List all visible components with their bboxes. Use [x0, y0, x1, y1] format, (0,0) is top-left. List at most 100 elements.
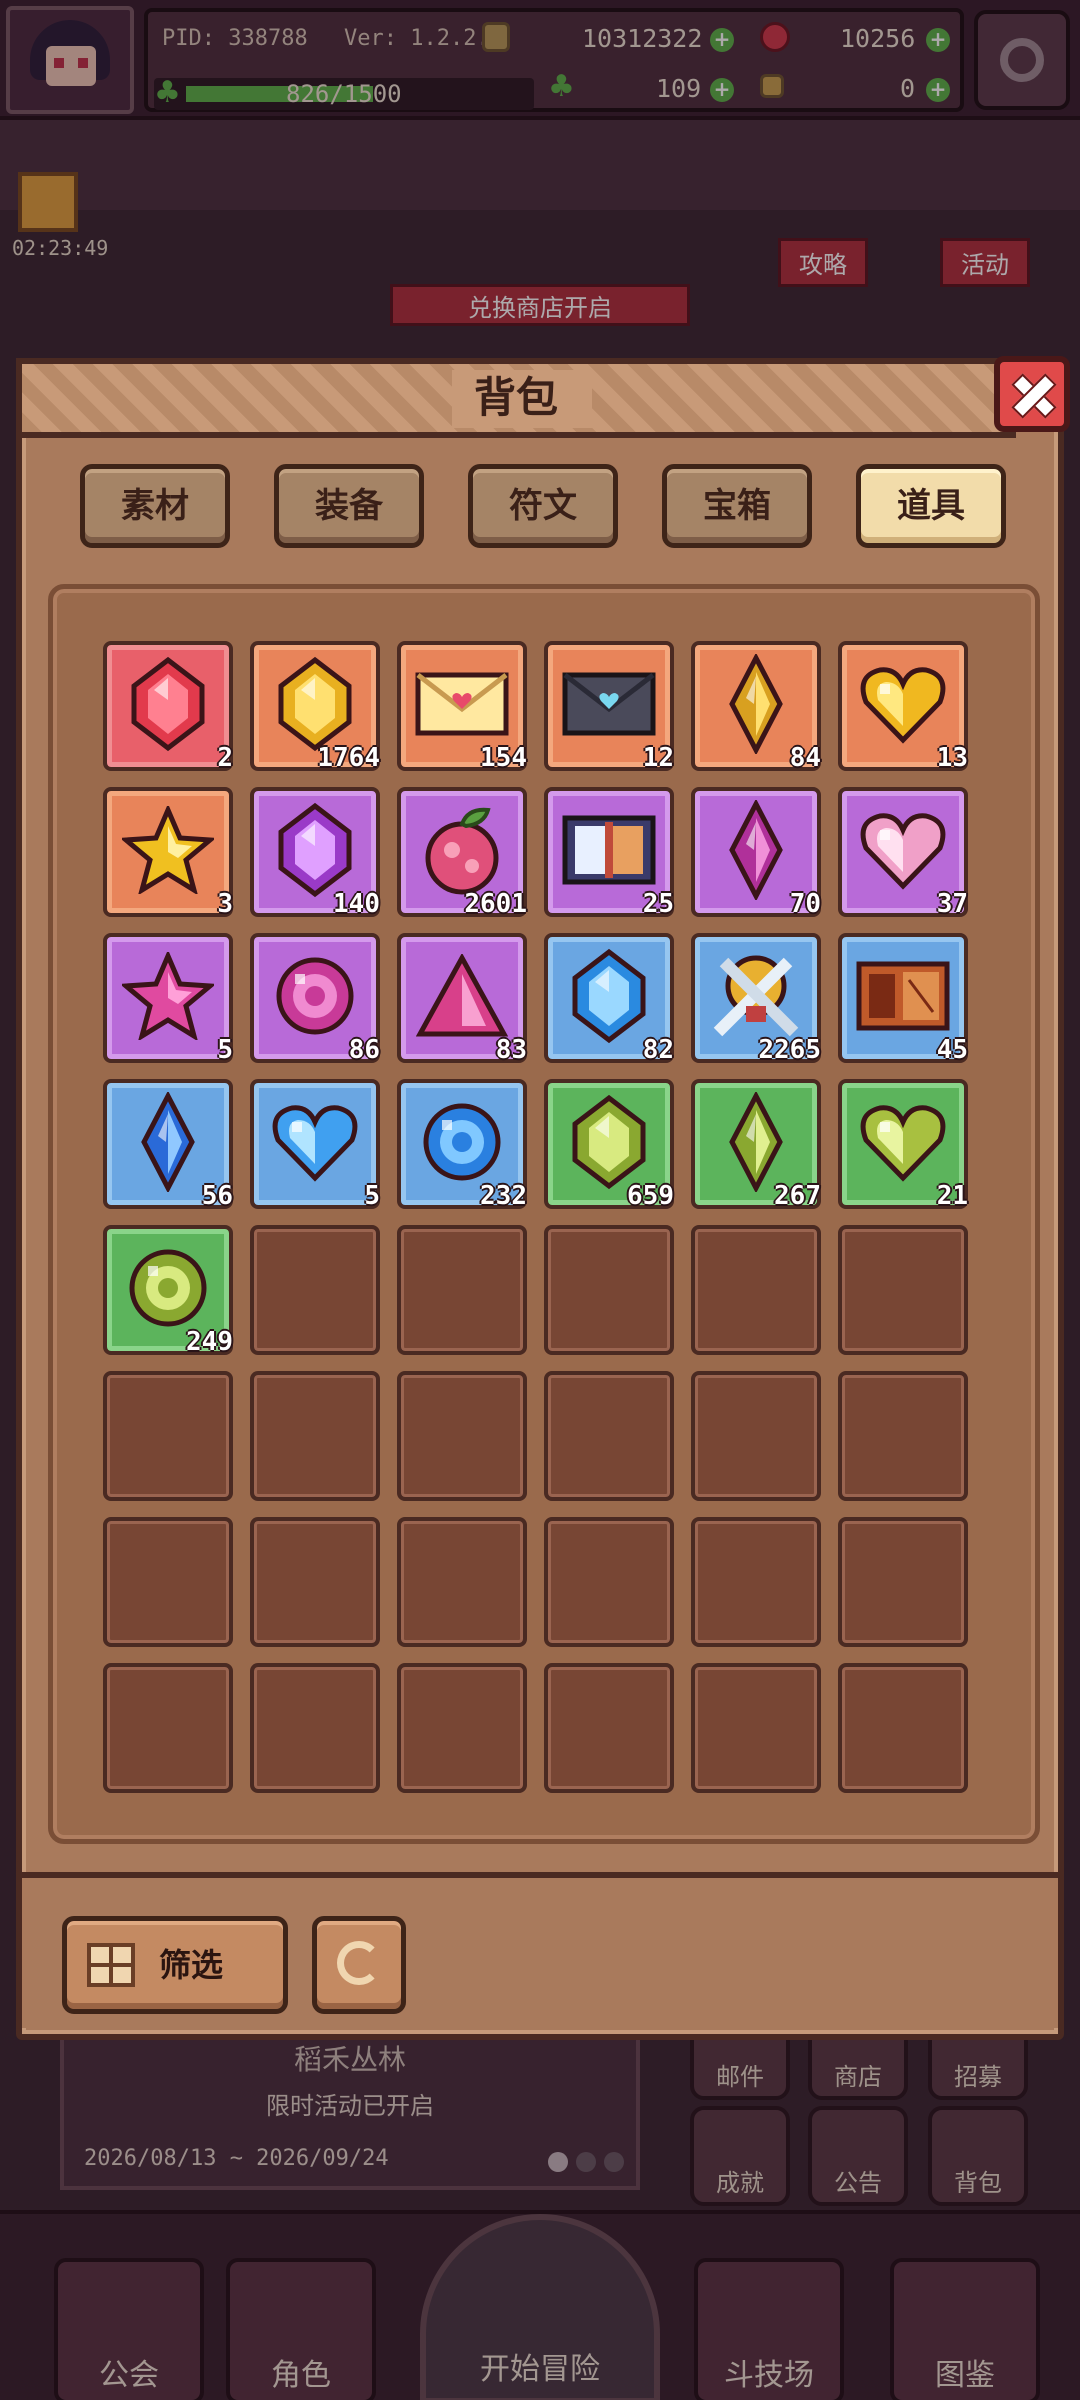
item-quantity: 5 — [364, 1181, 380, 1211]
item-quantity: 3 — [217, 889, 233, 919]
inventory-item-slot[interactable]: 70 — [691, 787, 821, 919]
inventory-item-slot[interactable]: 3 — [103, 787, 233, 919]
pink-fruit-icon — [416, 802, 508, 902]
item-quantity: 1764 — [317, 743, 380, 773]
window-title: 背包 — [473, 373, 558, 422]
inventory-item-slot[interactable]: 12 — [544, 641, 674, 773]
empty-slot[interactable] — [544, 1663, 674, 1793]
empty-slot[interactable] — [250, 1225, 380, 1355]
item-quantity: 249 — [186, 1327, 233, 1357]
empty-slot[interactable] — [397, 1517, 527, 1647]
inventory-item-slot[interactable]: 56 — [103, 1079, 233, 1211]
item-quantity: 659 — [627, 1181, 674, 1211]
inventory-item-slot[interactable]: 25 — [544, 787, 674, 919]
backpack-window: 背包 素材 装备 符文 宝箱 道具 2 1764 154 12 84 13 3 140 2601… — [16, 356, 1070, 2040]
tab-runes[interactable]: 符文 — [468, 464, 618, 548]
inventory-item-slot[interactable]: 2265 — [691, 933, 821, 1065]
red-gem-icon — [128, 656, 208, 756]
item-quantity: 86 — [348, 1035, 380, 1065]
empty-slot[interactable] — [103, 1371, 233, 1501]
inventory-item-slot[interactable]: 2601 — [397, 787, 527, 919]
empty-slot[interactable] — [691, 1517, 821, 1647]
purple-crystal-icon — [726, 798, 786, 904]
empty-slot[interactable] — [397, 1371, 527, 1501]
inventory-item-slot[interactable]: 659 — [544, 1079, 674, 1211]
inventory-item-slot[interactable]: 154 — [397, 641, 527, 773]
inventory-item-slot[interactable]: 2 — [103, 641, 233, 773]
refresh-icon — [337, 1941, 381, 1985]
window-titlebar: 背包 — [16, 358, 1016, 438]
empty-slot[interactable] — [838, 1225, 968, 1355]
sort-button[interactable] — [312, 1916, 406, 2014]
inventory-item-slot[interactable]: 1764 — [250, 641, 380, 773]
item-quantity: 2 — [217, 743, 233, 773]
item-quantity: 140 — [333, 889, 380, 919]
tab-chests[interactable]: 宝箱 — [662, 464, 812, 548]
purple-gem-icon — [275, 802, 355, 902]
filter-button[interactable]: 筛选 — [62, 1916, 288, 2014]
love-letter-icon — [414, 669, 510, 743]
item-quantity: 232 — [480, 1181, 527, 1211]
green-orb-icon — [126, 1246, 210, 1334]
close-button[interactable] — [994, 356, 1070, 432]
gold-gem-icon — [275, 656, 355, 756]
inventory-item-slot[interactable]: 45 — [838, 933, 968, 1065]
inventory-item-slot[interactable]: 13 — [838, 641, 968, 773]
empty-slot[interactable] — [691, 1225, 821, 1355]
empty-slot[interactable] — [544, 1225, 674, 1355]
item-quantity: 12 — [642, 743, 674, 773]
empty-slot[interactable] — [838, 1517, 968, 1647]
empty-slot[interactable] — [103, 1663, 233, 1793]
tab-equipment[interactable]: 装备 — [274, 464, 424, 548]
empty-slot[interactable] — [397, 1663, 527, 1793]
item-quantity: 25 — [642, 889, 674, 919]
item-quantity: 56 — [201, 1181, 233, 1211]
inventory-item-slot[interactable]: 5 — [103, 933, 233, 1065]
tab-materials[interactable]: 素材 — [80, 464, 230, 548]
empty-slot[interactable] — [397, 1225, 527, 1355]
gold-heart-icon — [858, 664, 948, 748]
empty-slot[interactable] — [544, 1517, 674, 1647]
empty-slot[interactable] — [250, 1371, 380, 1501]
inventory-item-slot[interactable]: 232 — [397, 1079, 527, 1211]
inventory-item-slot[interactable]: 83 — [397, 933, 527, 1065]
empty-slot[interactable] — [544, 1371, 674, 1501]
inventory-item-slot[interactable]: 86 — [250, 933, 380, 1065]
pink-star-icon — [119, 949, 217, 1044]
tab-items[interactable]: 道具 — [856, 464, 1006, 548]
inventory-item-slot[interactable]: 267 — [691, 1079, 821, 1211]
pink-heart-icon — [858, 810, 948, 894]
empty-slot[interactable] — [691, 1663, 821, 1793]
inventory-item-slot[interactable]: 249 — [103, 1225, 233, 1357]
blue-heart-icon — [270, 1102, 360, 1186]
empty-slot[interactable] — [103, 1517, 233, 1647]
inventory-item-slot[interactable]: 5 — [250, 1079, 380, 1211]
empty-slot[interactable] — [691, 1371, 821, 1501]
gold-star-icon — [119, 803, 217, 898]
item-quantity: 2265 — [758, 1035, 821, 1065]
filter-label: 筛选 — [159, 1946, 224, 1984]
inventory-item-slot[interactable]: 84 — [691, 641, 821, 773]
item-quantity: 2601 — [464, 889, 527, 919]
pink-triangle-icon — [415, 952, 509, 1042]
blue-gem-icon — [569, 948, 649, 1048]
empty-slot[interactable] — [250, 1663, 380, 1793]
inventory-item-slot[interactable]: 21 — [838, 1079, 968, 1211]
item-quantity: 267 — [774, 1181, 821, 1211]
empty-slot[interactable] — [250, 1517, 380, 1647]
item-quantity: 154 — [480, 743, 527, 773]
item-quantity: 83 — [495, 1035, 527, 1065]
grid-icon — [87, 1943, 135, 1987]
inventory-item-slot[interactable]: 37 — [838, 787, 968, 919]
empty-slot[interactable] — [838, 1663, 968, 1793]
empty-slot[interactable] — [838, 1371, 968, 1501]
item-quantity: 21 — [936, 1181, 968, 1211]
item-quantity: 13 — [936, 743, 968, 773]
blue-orb-icon — [420, 1100, 504, 1188]
green-gem-icon — [569, 1094, 649, 1194]
inventory-grid: 2 1764 154 12 84 13 3 140 2601 25 70 37 5 86 83 82 2265 4… — [48, 584, 1040, 1844]
inventory-item-slot[interactable]: 82 — [544, 933, 674, 1065]
inventory-item-slot[interactable]: 140 — [250, 787, 380, 919]
item-quantity: 70 — [789, 889, 821, 919]
item-quantity: 5 — [217, 1035, 233, 1065]
